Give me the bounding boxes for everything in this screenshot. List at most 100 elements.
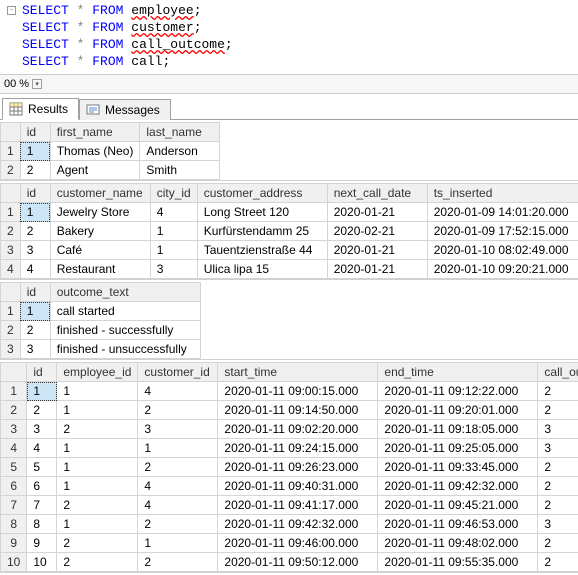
cell[interactable]: 3	[538, 420, 578, 439]
row-number[interactable]: 1	[1, 142, 21, 161]
row-number[interactable]: 2	[1, 321, 21, 340]
cell[interactable]: 2	[138, 401, 218, 420]
table-row[interactable]: 99212020-01-11 09:46:00.0002020-01-11 09…	[1, 534, 578, 553]
row-number[interactable]: 10	[1, 553, 27, 572]
row-number[interactable]: 2	[1, 401, 27, 420]
table-row[interactable]: 88122020-01-11 09:42:32.0002020-01-11 09…	[1, 515, 578, 534]
cell[interactable]: 2020-01-09 17:52:15.000	[427, 222, 578, 241]
cell[interactable]: 2	[20, 321, 50, 340]
cell[interactable]: Tauentzienstraße 44	[197, 241, 327, 260]
cell[interactable]: 1	[20, 302, 50, 321]
column-header[interactable]: next_call_date	[327, 184, 427, 203]
row-number[interactable]: 5	[1, 458, 27, 477]
cell[interactable]: 9	[27, 534, 57, 553]
column-header[interactable]: first_name	[50, 123, 140, 142]
tab-messages[interactable]: Messages	[79, 99, 171, 120]
column-header[interactable]: outcome_text	[50, 283, 200, 302]
cell[interactable]: 2020-01-11 09:50:12.000	[218, 553, 378, 572]
row-header-corner[interactable]	[1, 283, 21, 302]
cell[interactable]: Smith	[140, 161, 220, 180]
cell[interactable]: 5	[27, 458, 57, 477]
cell[interactable]: 2	[57, 534, 138, 553]
cell[interactable]: 2	[538, 553, 578, 572]
cell[interactable]: 2020-01-11 09:45:21.000	[378, 496, 538, 515]
cell[interactable]: Jewelry Store	[50, 203, 150, 222]
cell[interactable]: 2020-01-11 09:41:17.000	[218, 496, 378, 515]
column-header[interactable]: id	[20, 184, 50, 203]
cell[interactable]: 1	[57, 458, 138, 477]
cell[interactable]: 2020-01-11 09:24:15.000	[218, 439, 378, 458]
row-number[interactable]: 4	[1, 439, 27, 458]
row-number[interactable]: 3	[1, 241, 21, 260]
cell[interactable]: 2	[20, 222, 50, 241]
table-row[interactable]: 44Restaurant3Ulica lipa 152020-01-212020…	[1, 260, 578, 279]
column-header[interactable]: last_name	[140, 123, 220, 142]
cell[interactable]: Bakery	[50, 222, 150, 241]
cell[interactable]: 2020-01-11 09:02:20.000	[218, 420, 378, 439]
table-row[interactable]: 11142020-01-11 09:00:15.0002020-01-11 09…	[1, 382, 578, 401]
tab-results[interactable]: Results	[2, 98, 79, 120]
column-header[interactable]: employee_id	[57, 363, 138, 382]
cell[interactable]: 2020-01-11 09:40:31.000	[218, 477, 378, 496]
cell[interactable]: 2	[57, 420, 138, 439]
cell[interactable]: 3	[150, 260, 197, 279]
cell[interactable]: 3	[538, 515, 578, 534]
row-number[interactable]: 2	[1, 222, 21, 241]
cell[interactable]: 3	[27, 420, 57, 439]
cell[interactable]: Agent	[50, 161, 140, 180]
table-row[interactable]: 22AgentSmith	[1, 161, 220, 180]
cell[interactable]: 2020-01-11 09:55:35.000	[378, 553, 538, 572]
cell[interactable]: 1	[150, 241, 197, 260]
cell[interactable]: 1	[138, 534, 218, 553]
sql-editor[interactable]: - SELECT * FROM employee; SELECT * FROM …	[0, 0, 578, 74]
cell[interactable]: 2020-01-11 09:42:32.000	[218, 515, 378, 534]
cell[interactable]: 2	[138, 458, 218, 477]
cell[interactable]: Thomas (Neo)	[50, 142, 140, 161]
cell[interactable]: call started	[50, 302, 200, 321]
cell[interactable]: 2	[538, 496, 578, 515]
cell[interactable]: 2020-01-11 09:00:15.000	[218, 382, 378, 401]
table-row[interactable]: 77242020-01-11 09:41:17.0002020-01-11 09…	[1, 496, 578, 515]
cell[interactable]: 4	[138, 496, 218, 515]
cell[interactable]: 2	[27, 401, 57, 420]
cell[interactable]: 2020-01-11 09:46:53.000	[378, 515, 538, 534]
zoom-dropdown[interactable]: ▾	[32, 79, 42, 89]
cell[interactable]: 2020-01-11 09:48:02.000	[378, 534, 538, 553]
cell[interactable]: 1	[57, 477, 138, 496]
column-header[interactable]: call_outcome_id	[538, 363, 578, 382]
cell[interactable]: 2	[538, 477, 578, 496]
cell[interactable]: 2020-01-09 14:01:20.000	[427, 203, 578, 222]
cell[interactable]: 2020-01-11 09:33:45.000	[378, 458, 538, 477]
cell[interactable]: Ulica lipa 15	[197, 260, 327, 279]
row-number[interactable]: 9	[1, 534, 27, 553]
cell[interactable]: 3	[20, 340, 50, 359]
collapse-icon[interactable]: -	[7, 6, 16, 15]
column-header[interactable]: customer_name	[50, 184, 150, 203]
cell[interactable]: Café	[50, 241, 150, 260]
cell[interactable]: 2020-01-11 09:14:50.000	[218, 401, 378, 420]
cell[interactable]: 2020-01-11 09:12:22.000	[378, 382, 538, 401]
table-row[interactable]: 22finished - successfully	[1, 321, 201, 340]
cell[interactable]: 2020-02-21	[327, 222, 427, 241]
row-number[interactable]: 8	[1, 515, 27, 534]
cell[interactable]: 1	[57, 439, 138, 458]
cell[interactable]: 4	[150, 203, 197, 222]
table-row[interactable]: 22122020-01-11 09:14:50.0002020-01-11 09…	[1, 401, 578, 420]
cell[interactable]: 2020-01-11 09:46:00.000	[218, 534, 378, 553]
row-number[interactable]: 7	[1, 496, 27, 515]
cell[interactable]: 2020-01-21	[327, 260, 427, 279]
cell[interactable]: 2	[538, 401, 578, 420]
row-number[interactable]: 1	[1, 203, 21, 222]
cell[interactable]: 2	[138, 553, 218, 572]
row-header-corner[interactable]	[1, 123, 21, 142]
row-number[interactable]: 6	[1, 477, 27, 496]
cell[interactable]: 2020-01-10 09:20:21.000	[427, 260, 578, 279]
table-row[interactable]: 33finished - unsuccessfully	[1, 340, 201, 359]
table-row[interactable]: 44112020-01-11 09:24:15.0002020-01-11 09…	[1, 439, 578, 458]
row-header-corner[interactable]	[1, 184, 21, 203]
cell[interactable]: Anderson	[140, 142, 220, 161]
column-header[interactable]: customer_address	[197, 184, 327, 203]
cell[interactable]: 2	[57, 553, 138, 572]
column-header[interactable]: city_id	[150, 184, 197, 203]
cell[interactable]: 2020-01-11 09:25:05.000	[378, 439, 538, 458]
